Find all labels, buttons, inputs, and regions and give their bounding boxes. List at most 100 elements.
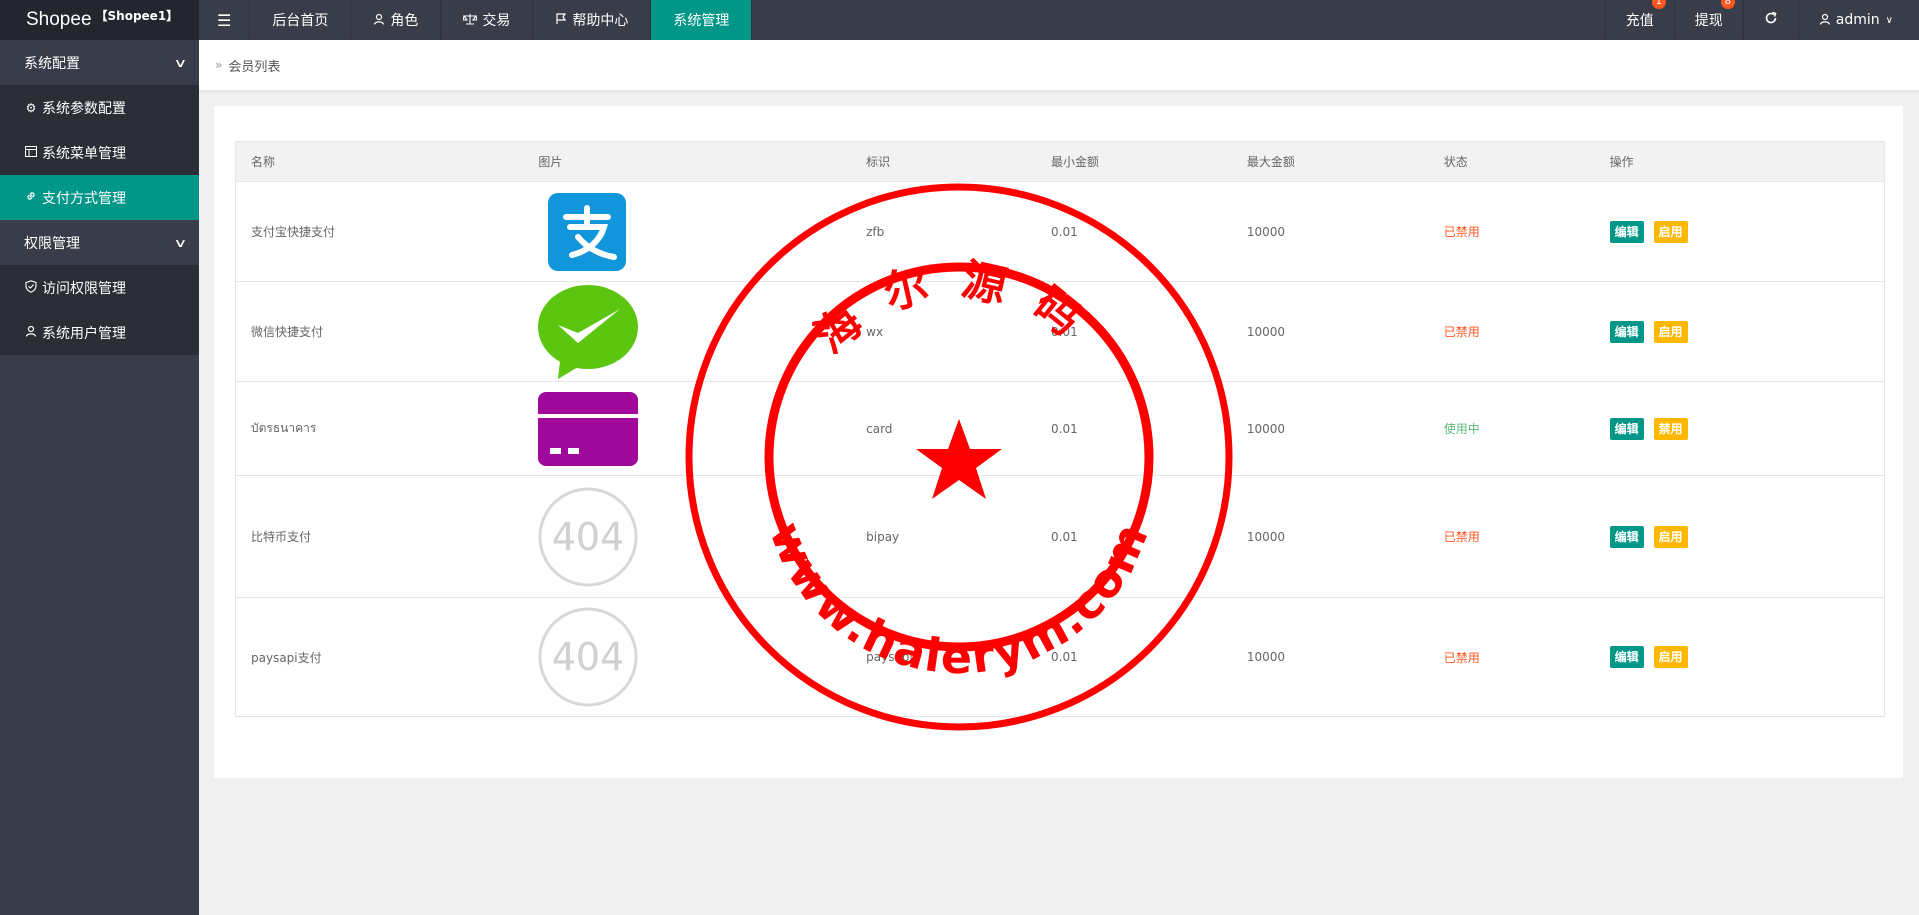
toggle-button[interactable]: 禁用 bbox=[1653, 417, 1688, 440]
edit-button[interactable]: 编辑 bbox=[1609, 417, 1644, 440]
cell-name: paysapi支付 bbox=[235, 597, 524, 717]
withdraw-button[interactable]: 提现 8 bbox=[1673, 0, 1743, 40]
sidebar-item-users[interactable]: 系统用户管理 bbox=[0, 310, 199, 355]
404-icon: 404 bbox=[538, 607, 638, 707]
refresh-icon bbox=[1764, 11, 1778, 29]
edit-button[interactable]: 编辑 bbox=[1609, 320, 1644, 343]
double-chevron-right-icon: » bbox=[215, 58, 223, 72]
link-icon bbox=[24, 190, 38, 205]
status-badge: 使用中 bbox=[1428, 381, 1595, 476]
nav-system-label: 系统管理 bbox=[673, 13, 730, 29]
sidebar-item-label: 系统用户管理 bbox=[42, 325, 126, 342]
nav-trade-label: 交易 bbox=[482, 13, 511, 29]
status-badge: 已禁用 bbox=[1428, 597, 1595, 717]
sidebar-group-permission[interactable]: 权限管理 ∨ bbox=[0, 220, 199, 265]
content-card: 名称 图片 标识 最小金额 最大金额 状态 操作 支付宝快捷支付 zfb 0.0… bbox=[214, 106, 1903, 778]
hamburger-icon: ☰ bbox=[217, 10, 232, 30]
brand-sub: 【Shopee1】 bbox=[95, 8, 179, 23]
cell-min: 0.01 bbox=[1036, 597, 1232, 717]
edit-button[interactable]: 编辑 bbox=[1609, 220, 1644, 243]
main-content: » 会员列表 名称 图片 标识 最小金额 最大金额 状态 操作 支付宝快捷支付 … bbox=[199, 40, 1919, 915]
edit-button[interactable]: 编辑 bbox=[1609, 646, 1644, 668]
brand-name: Shopee bbox=[26, 9, 92, 30]
sidebar-item-label: 系统菜单管理 bbox=[42, 145, 126, 162]
nav-home-label: 后台首页 bbox=[272, 13, 329, 29]
cell-max: 10000 bbox=[1231, 381, 1429, 476]
chevron-down-icon: ∨ bbox=[1885, 14, 1893, 26]
status-badge: 已禁用 bbox=[1428, 475, 1595, 598]
breadcrumb: » 会员列表 bbox=[199, 40, 1919, 91]
table-header-row: 名称 图片 标识 最小金额 最大金额 状态 操作 bbox=[235, 141, 1885, 182]
cell-max: 10000 bbox=[1231, 281, 1429, 382]
nav-system[interactable]: 系统管理 bbox=[651, 0, 753, 40]
toggle-button[interactable]: 启用 bbox=[1653, 220, 1688, 243]
cell-max: 10000 bbox=[1231, 597, 1429, 717]
cell-code: zfb bbox=[851, 181, 1037, 282]
cell-max: 10000 bbox=[1231, 475, 1429, 598]
sidebar-item-label: 支付方式管理 bbox=[42, 190, 126, 207]
recharge-label: 充值 bbox=[1625, 13, 1654, 29]
cell-code: wx bbox=[851, 281, 1037, 382]
toggle-button[interactable]: 启用 bbox=[1653, 646, 1688, 668]
table-row: paysapi支付 404 paysapi 0.01 10000 已禁用 编辑 … bbox=[235, 597, 1885, 717]
sidebar-item-label: 系统参数配置 bbox=[42, 100, 126, 117]
sidebar-group-system-config[interactable]: 系统配置 ∨ bbox=[0, 40, 199, 85]
edit-button[interactable]: 编辑 bbox=[1609, 525, 1644, 548]
col-code: 标识 bbox=[851, 141, 1037, 182]
nav-trade[interactable]: 交易 bbox=[441, 0, 534, 40]
table-row: บัตรธนาคาร card 0.01 10000 使用中 编辑 禁用 bbox=[235, 381, 1885, 476]
cell-name: 比特币支付 bbox=[235, 475, 524, 598]
cell-min: 0.01 bbox=[1036, 281, 1232, 382]
table-icon bbox=[24, 145, 38, 160]
col-name: 名称 bbox=[235, 141, 524, 182]
col-image: 图片 bbox=[523, 141, 852, 182]
gear-icon: ⚙ bbox=[25, 100, 37, 115]
nav-role[interactable]: 角色 bbox=[351, 0, 442, 40]
sidebar-item-payment[interactable]: 支付方式管理 bbox=[0, 175, 199, 220]
user-icon bbox=[373, 13, 385, 28]
sidebar-item-access[interactable]: 访问权限管理 bbox=[0, 265, 199, 310]
nav-home[interactable]: 后台首页 bbox=[250, 0, 352, 40]
col-min: 最小金额 bbox=[1036, 141, 1232, 182]
shield-icon bbox=[24, 279, 38, 296]
nav-help-label: 帮助中心 bbox=[572, 13, 629, 29]
refresh-button[interactable] bbox=[1742, 0, 1798, 40]
placeholder-text: 404 bbox=[552, 635, 625, 679]
cell-min: 0.01 bbox=[1036, 181, 1232, 282]
sidebar-item-params[interactable]: ⚙ 系统参数配置 bbox=[0, 85, 199, 130]
recharge-badge: 1 bbox=[1651, 0, 1666, 9]
cell-code: bipay bbox=[851, 475, 1037, 598]
col-status: 状态 bbox=[1428, 141, 1595, 182]
placeholder-text: 404 bbox=[552, 515, 625, 559]
user-menu[interactable]: admin ∨ bbox=[1797, 0, 1919, 40]
col-actions: 操作 bbox=[1594, 141, 1885, 182]
cell-code: paysapi bbox=[851, 597, 1037, 717]
sidebar-group-label: 系统配置 bbox=[24, 55, 80, 72]
flag-icon bbox=[555, 12, 567, 28]
toggle-button[interactable]: 启用 bbox=[1653, 320, 1688, 343]
cell-name: บัตรธนาคาร bbox=[235, 381, 524, 476]
nav-help[interactable]: 帮助中心 bbox=[533, 0, 652, 40]
scale-icon bbox=[462, 13, 479, 28]
sidebar-item-menu[interactable]: 系统菜单管理 bbox=[0, 130, 199, 175]
recharge-button[interactable]: 充值 1 bbox=[1604, 0, 1674, 40]
user-icon bbox=[1819, 13, 1831, 28]
table-row: 比特币支付 404 bipay 0.01 10000 已禁用 编辑 启用 bbox=[235, 475, 1885, 598]
status-badge: 已禁用 bbox=[1428, 181, 1595, 282]
sidebar-group-label: 权限管理 bbox=[24, 235, 80, 252]
withdraw-label: 提现 bbox=[1694, 13, 1723, 29]
header-right: 充值 1 提现 8 admin ∨ bbox=[1604, 0, 1919, 40]
chevron-down-icon: ∨ bbox=[173, 235, 188, 250]
payment-table: 名称 图片 标识 最小金额 最大金额 状态 操作 支付宝快捷支付 zfb 0.0… bbox=[235, 141, 1885, 717]
alipay-icon bbox=[548, 192, 627, 271]
chevron-down-icon: ∨ bbox=[173, 55, 188, 70]
breadcrumb-current: 会员列表 bbox=[228, 59, 281, 75]
toggle-button[interactable]: 启用 bbox=[1653, 525, 1688, 548]
top-header: Shopee 【Shopee1】 ☰ 后台首页 角色 交易 帮助中心 系统管理 … bbox=[0, 0, 1919, 40]
user-icon bbox=[24, 325, 38, 340]
404-icon: 404 bbox=[538, 487, 638, 586]
menu-toggle-button[interactable]: ☰ bbox=[199, 0, 251, 40]
wechat-icon bbox=[538, 284, 639, 379]
cell-max: 10000 bbox=[1231, 181, 1429, 282]
logo[interactable]: Shopee 【Shopee1】 bbox=[0, 0, 199, 40]
